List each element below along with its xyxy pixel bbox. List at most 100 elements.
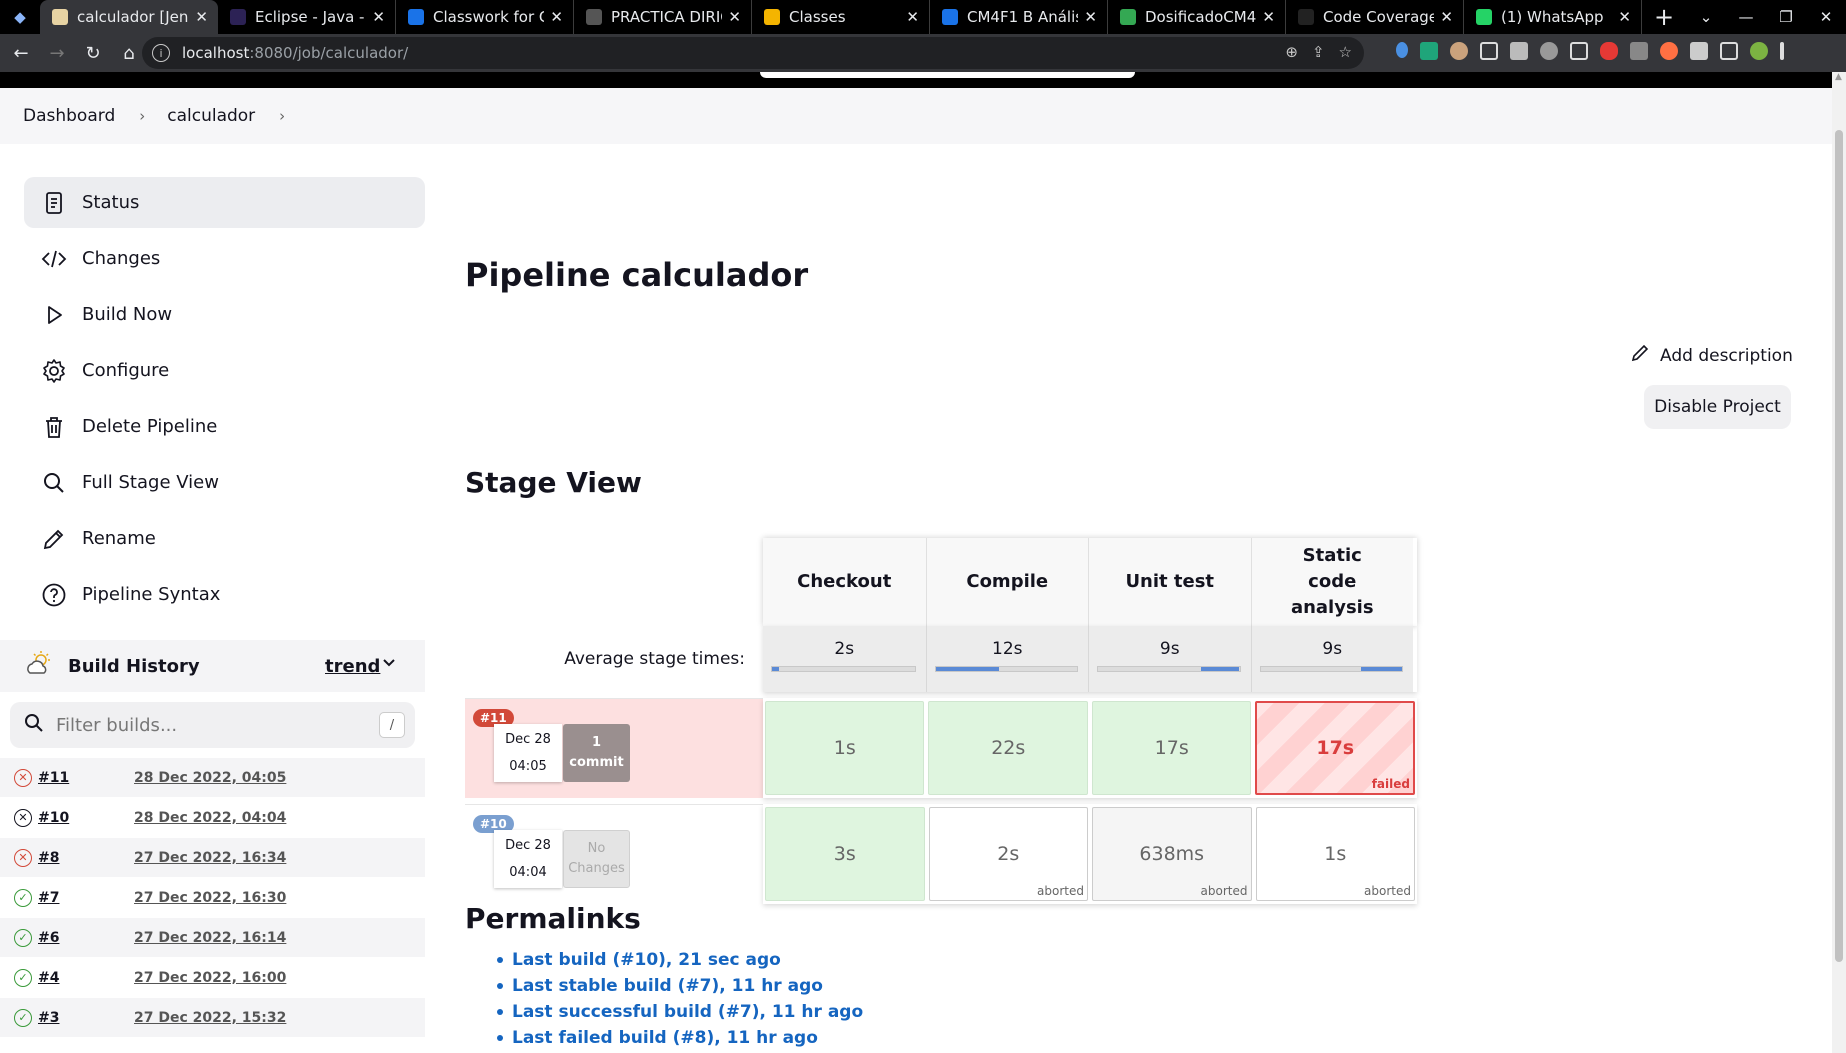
minimize-icon[interactable]: — <box>1726 8 1766 26</box>
extension-icon[interactable] <box>1540 42 1558 60</box>
tab-close-icon[interactable]: ✕ <box>550 8 563 26</box>
run-changes-box[interactable]: No Changes <box>563 830 630 888</box>
side-task-build-now[interactable]: Build Now <box>24 289 425 340</box>
close-window-icon[interactable]: ✕ <box>1806 8 1846 26</box>
stage-cell[interactable]: 1s <box>765 701 925 795</box>
tab-close-icon[interactable]: ✕ <box>1618 8 1631 26</box>
build-date-link[interactable]: 27 Dec 2022, 16:34 <box>134 850 286 866</box>
add-description-link[interactable]: Add description <box>1630 343 1793 368</box>
breadcrumb-dashboard[interactable]: Dashboard <box>23 106 115 126</box>
side-task-delete-pipeline[interactable]: Delete Pipeline <box>24 401 425 452</box>
build-number-link[interactable]: #8 <box>38 850 134 866</box>
tab-close-icon[interactable]: ✕ <box>906 8 919 26</box>
stage-cell[interactable]: 638ms aborted <box>1092 807 1252 901</box>
permalink-item[interactable]: Last failed build (#8), 11 hr ago <box>497 1025 910 1051</box>
browser-tab[interactable]: Classes ✕ <box>752 0 930 34</box>
tab-close-icon[interactable]: ✕ <box>1440 8 1453 26</box>
tab-close-icon[interactable]: ✕ <box>372 8 385 26</box>
build-date-link[interactable]: 27 Dec 2022, 15:32 <box>134 1010 286 1026</box>
back-arrow-icon[interactable]: ← <box>6 43 36 64</box>
build-date-link[interactable]: 28 Dec 2022, 04:04 <box>134 810 286 826</box>
permalink-item[interactable]: Last stable build (#7), 11 hr ago <box>497 973 910 999</box>
extension-icon[interactable] <box>1510 42 1528 60</box>
extension-icon[interactable] <box>1570 42 1588 60</box>
side-task-status[interactable]: Status <box>24 177 425 228</box>
browser-tab[interactable]: PRACTICA DIRIG ✕ <box>574 0 752 34</box>
filter-builds-input[interactable]: Filter builds... / <box>10 702 415 748</box>
breadcrumb-chevron-icon[interactable]: › <box>279 107 285 125</box>
side-task-rename[interactable]: Rename <box>24 513 425 564</box>
scrollbar-thumb[interactable] <box>1835 130 1843 962</box>
extension-icon[interactable] <box>1660 42 1678 60</box>
build-number-link[interactable]: #4 <box>38 970 134 986</box>
profile-avatar[interactable] <box>1750 42 1768 60</box>
address-bar[interactable]: i localhost:8080/job/calculador/ ⊕ ⇪ ☆ <box>142 37 1364 69</box>
page-scrollbar[interactable]: ▲ <box>1832 72 1846 1053</box>
stage-cell[interactable]: 3s <box>765 807 925 901</box>
build-number-link[interactable]: #3 <box>38 1010 134 1026</box>
build-number-link[interactable]: #7 <box>38 890 134 906</box>
extension-icon[interactable] <box>1450 42 1468 60</box>
browser-tab[interactable]: Eclipse - Java - G ✕ <box>218 0 396 34</box>
extension-icon[interactable] <box>1396 42 1408 58</box>
extension-icon[interactable] <box>1480 42 1498 60</box>
browser-tab[interactable]: CM4F1 B Análisi ✕ <box>930 0 1108 34</box>
build-number-link[interactable]: #10 <box>38 810 134 826</box>
forward-arrow-icon[interactable]: → <box>42 43 72 64</box>
browser-tab[interactable]: Code Coverage ✕ <box>1286 0 1464 34</box>
maximize-icon[interactable]: ❐ <box>1766 8 1806 26</box>
browser-tab[interactable]: Classwork for C ✕ <box>396 0 574 34</box>
share-icon[interactable]: ⇪ <box>1312 43 1325 61</box>
tab-close-icon[interactable]: ✕ <box>728 8 741 26</box>
extension-icon[interactable] <box>1600 42 1618 60</box>
build-date-link[interactable]: 27 Dec 2022, 16:30 <box>134 890 286 906</box>
extension-icon[interactable] <box>1630 42 1648 60</box>
chevron-down-icon[interactable] <box>382 656 396 672</box>
side-task-pipeline-syntax[interactable]: Pipeline Syntax <box>24 569 425 620</box>
side-task-configure[interactable]: Configure <box>24 345 425 396</box>
stage-cell[interactable]: 17s <box>1091 701 1252 795</box>
tab-list-chevron-icon[interactable]: ⌄ <box>1686 8 1726 26</box>
stage-cell[interactable]: 17s failed <box>1255 701 1415 795</box>
puzzle-icon[interactable] <box>1690 42 1708 60</box>
trend-link[interactable]: trend <box>325 656 380 677</box>
breadcrumb-chevron-icon[interactable]: › <box>139 107 145 125</box>
permalink-item[interactable]: Last build (#10), 21 sec ago <box>497 947 910 973</box>
reload-icon[interactable]: ↻ <box>78 43 108 64</box>
breadcrumb-calculador[interactable]: calculador <box>167 106 255 126</box>
side-task-label: Rename <box>82 528 156 549</box>
tab-close-icon[interactable]: ✕ <box>1262 8 1275 26</box>
zoom-icon[interactable]: ⊕ <box>1285 43 1298 61</box>
run-changes-box[interactable]: 1 commit <box>563 724 630 782</box>
side-task-changes[interactable]: Changes <box>24 233 425 284</box>
home-icon[interactable]: ⌂ <box>114 43 144 64</box>
stage-cell[interactable]: 22s <box>928 701 1088 795</box>
tab-favicon-icon <box>408 9 424 25</box>
average-time-bar <box>1097 666 1241 672</box>
new-tab-button[interactable]: + <box>1642 0 1686 34</box>
build-number-link[interactable]: #11 <box>38 770 134 786</box>
side-panel-icon[interactable] <box>1720 42 1738 60</box>
browser-menu-icon[interactable] <box>1780 42 1784 60</box>
browser-tab[interactable]: (1) WhatsApp ✕ <box>1464 0 1642 34</box>
browser-tab[interactable]: calculador [Jenk ✕ <box>40 0 218 34</box>
scroll-up-arrow-icon[interactable]: ▲ <box>1835 72 1842 82</box>
browser-tab[interactable]: DosificadoCM4F ✕ <box>1108 0 1286 34</box>
header-search-box[interactable] <box>760 72 1135 78</box>
stage-cell[interactable]: 2s aborted <box>928 807 1088 901</box>
build-date-link[interactable]: 27 Dec 2022, 16:14 <box>134 930 286 946</box>
tab-search-icon[interactable]: ◆ <box>0 0 40 34</box>
average-time-value: 9s <box>1159 639 1180 659</box>
build-date-link[interactable]: 27 Dec 2022, 16:00 <box>134 970 286 986</box>
build-date-link[interactable]: 28 Dec 2022, 04:05 <box>134 770 286 786</box>
site-info-icon[interactable]: i <box>152 44 170 62</box>
tab-close-icon[interactable]: ✕ <box>195 8 208 26</box>
side-task-full-stage-view[interactable]: Full Stage View <box>24 457 425 508</box>
permalink-item[interactable]: Last successful build (#7), 11 hr ago <box>497 999 910 1025</box>
bookmark-star-icon[interactable]: ☆ <box>1339 43 1352 61</box>
extension-icon[interactable] <box>1420 42 1438 60</box>
tab-close-icon[interactable]: ✕ <box>1084 8 1097 26</box>
disable-project-button[interactable]: Disable Project <box>1644 385 1791 429</box>
stage-cell[interactable]: 1s aborted <box>1255 807 1415 901</box>
build-number-link[interactable]: #6 <box>38 930 134 946</box>
